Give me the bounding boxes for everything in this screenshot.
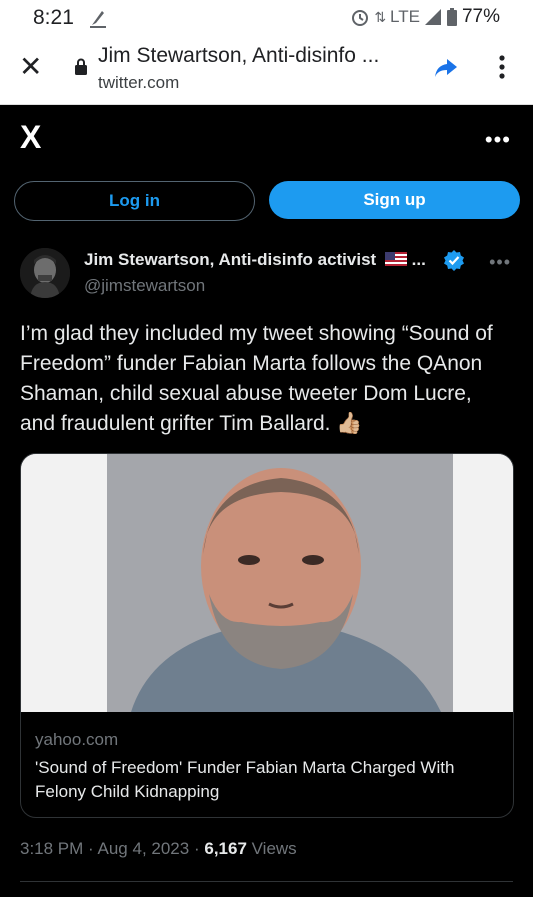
- cell-signal-icon: [424, 9, 441, 25]
- more-vert-icon[interactable]: [497, 54, 507, 80]
- author-name-text: Jim Stewartson, Anti-disinfo activist: [84, 250, 377, 269]
- meta-separator: ·: [193, 839, 200, 858]
- tweet-text-body: I’m glad they included my tweet showing …: [20, 322, 493, 435]
- data-arrows-icon: ⇅: [374, 8, 387, 25]
- network-label: LTE: [390, 7, 420, 26]
- close-icon[interactable]: ✕: [19, 53, 42, 81]
- status-right: ⇅ LTE 77%: [350, 6, 500, 28]
- x-logo[interactable]: X: [20, 119, 41, 156]
- card-image: [21, 454, 513, 712]
- battery-icon: [446, 8, 457, 26]
- signup-button[interactable]: Sign up: [269, 181, 520, 219]
- more-horiz-icon[interactable]: •••: [485, 127, 511, 153]
- divider: [20, 881, 513, 882]
- page-domain: twitter.com: [98, 73, 180, 92]
- views-label: Views: [251, 839, 297, 858]
- tweet-time[interactable]: 3:18 PM: [20, 839, 83, 858]
- card-domain: yahoo.com: [35, 730, 119, 749]
- author-handle[interactable]: @jimstewartson: [84, 276, 205, 296]
- avatar-image: [20, 248, 70, 298]
- thumbs-up-emoji: 👍🏼: [336, 412, 363, 435]
- battery-level: 77%: [461, 6, 500, 27]
- meta-separator: ·: [88, 839, 94, 858]
- tweet-text: I’m glad they included my tweet showing …: [20, 319, 512, 439]
- signal-icon: [90, 11, 106, 28]
- tweet-meta: 3:18 PM · Aug 4, 2023 · 6,167 Views: [20, 839, 297, 859]
- author-name-ellipsis: ...: [411, 250, 426, 269]
- avatar[interactable]: [20, 248, 70, 298]
- card-title: 'Sound of Freedom' Funder Fabian Marta C…: [35, 758, 455, 801]
- page-title: Jim Stewartson, Anti-disinfo ...: [98, 44, 380, 67]
- mugshot-photo: [21, 454, 513, 712]
- tweet-date[interactable]: Aug 4, 2023: [98, 839, 190, 858]
- lock-icon: [75, 58, 87, 75]
- x-header: X •••: [0, 105, 533, 165]
- status-bar: 8:21 ⇅ LTE 77%: [0, 0, 533, 36]
- share-icon[interactable]: [433, 56, 459, 80]
- alarm-icon: [352, 10, 369, 26]
- us-flag-icon: [384, 252, 407, 266]
- browser-toolbar: ✕ Jim Stewartson, Anti-disinfo ... twitt…: [0, 36, 533, 105]
- views-count: 6,167: [204, 839, 247, 858]
- tweet-more-icon[interactable]: •••: [489, 252, 511, 273]
- login-button[interactable]: Log in: [14, 181, 255, 221]
- author-name[interactable]: Jim Stewartson, Anti-disinfo activist ..…: [84, 250, 426, 270]
- verified-badge-icon: [444, 250, 464, 271]
- status-time: 8:21: [33, 6, 74, 29]
- link-card[interactable]: yahoo.com 'Sound of Freedom' Funder Fabi…: [20, 453, 514, 818]
